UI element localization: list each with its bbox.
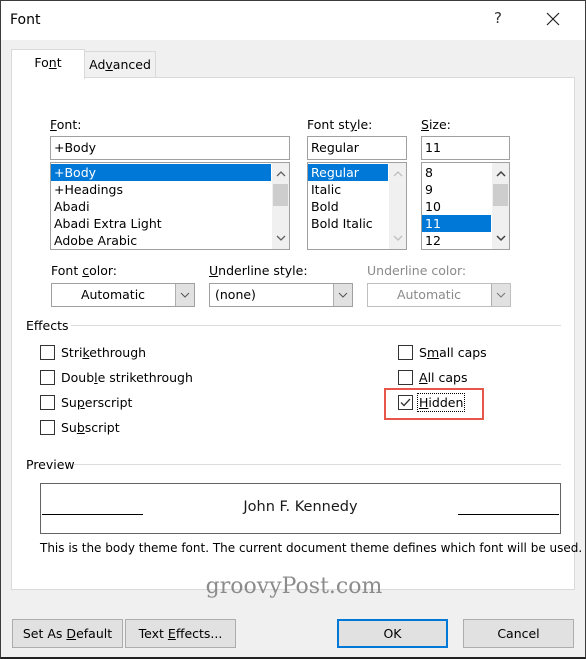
preview-sample-text: John F. Kennedy [243,499,358,515]
font-list-item[interactable]: Abadi [51,198,289,215]
underline-color-label: Underline color: [367,263,467,278]
set-as-default-button[interactable]: Set As Default [12,619,123,648]
close-icon [546,12,560,26]
font-list-item[interactable]: Adobe Arabic [51,232,289,249]
text-effects-button[interactable]: Text Effects... [125,619,236,648]
font-input[interactable]: +Body [50,136,290,160]
preview-heading: Preview [26,457,75,472]
checkbox-label: Superscript [61,395,133,410]
checkbox-box[interactable] [398,345,413,360]
preview-divider [74,464,561,465]
font-color-dropdown[interactable]: Automatic [51,283,195,307]
scroll-down-icon [389,230,406,247]
chevron-down-icon[interactable] [333,284,352,306]
tab-advanced[interactable]: Advanced [84,51,156,78]
font-color-label: Font color: [51,263,117,278]
checkbox-label: All caps [419,370,468,385]
scroll-up-icon[interactable] [272,165,289,182]
font-style-input[interactable]: Regular [307,136,407,160]
size-list[interactable]: 8 9 10 11 12 [421,162,510,250]
scroll-down-icon[interactable] [492,230,509,247]
font-color-value: Automatic [80,287,146,302]
chevron-down-icon[interactable] [175,284,194,306]
checkbox-label: Small caps [419,345,487,360]
checkbox-box[interactable] [40,370,55,385]
effects-heading: Effects [26,318,69,333]
checkbox-label: Hidden [416,393,466,412]
checkbox-box[interactable] [40,345,55,360]
underline-style-dropdown[interactable]: (none) [209,283,353,307]
checkbox-label: Strikethrough [61,345,147,360]
scroll-up-icon [389,165,406,182]
size-list-scrollbar[interactable] [492,163,509,249]
scroll-up-icon[interactable] [492,165,509,182]
size-label: Size: [421,117,451,132]
font-style-list[interactable]: Regular Italic Bold Bold Italic [307,162,407,250]
dialog-title: Font [10,12,41,28]
checkbox-box[interactable] [40,395,55,410]
checkbox-box-checked[interactable] [398,395,413,410]
checkbox-box[interactable] [398,370,413,385]
cancel-button[interactable]: Cancel [463,619,574,648]
tab-font[interactable]: Font [11,49,85,79]
font-style-list-scrollbar [389,163,406,249]
underline-color-value: Automatic [396,287,462,302]
underline-color-dropdown: Automatic [367,283,511,307]
size-list-item[interactable]: 11 [422,215,491,232]
font-list-item[interactable]: +Body [51,164,271,181]
chevron-down-icon [491,284,510,306]
checkmark-icon [400,398,411,407]
preview-box: John F. Kennedy [40,483,561,534]
preview-description: This is the body theme font. The current… [40,541,583,555]
font-list-scrollbar[interactable] [272,163,289,249]
font-style-list-item[interactable]: Regular [308,164,388,181]
preview-right-rule [458,514,559,515]
tab-font-label: Font [34,55,62,70]
font-list-item[interactable]: Abadi Extra Light [51,215,289,232]
size-list-scroll-thumb[interactable] [493,184,508,206]
font-list-item[interactable]: +Headings [51,181,289,198]
underline-style-value: (none) [215,287,256,302]
font-list[interactable]: +Body +Headings Abadi Abadi Extra Light … [50,162,290,250]
close-button[interactable] [541,9,565,31]
font-style-label: Font style: [307,117,373,132]
checkbox-box[interactable] [40,420,55,435]
font-label: Font: [50,117,82,132]
scroll-down-icon[interactable] [272,230,289,247]
ok-button[interactable]: OK [337,619,448,648]
font-dialog: Font ? Font Advanced Font: +Body +Body +… [0,0,586,659]
checkbox-label: Subscript [61,420,120,435]
font-list-scroll-thumb[interactable] [273,184,288,206]
help-button[interactable]: ? [486,9,510,31]
underline-style-label: Underline style: [209,263,308,278]
checkbox-label: Double strikethrough [61,370,193,385]
tab-advanced-label: Advanced [89,57,151,72]
size-input[interactable]: 11 [421,136,510,160]
effects-divider [71,325,561,326]
watermark: groovyPost.com [205,574,383,599]
title-bar: Font ? [1,1,585,40]
